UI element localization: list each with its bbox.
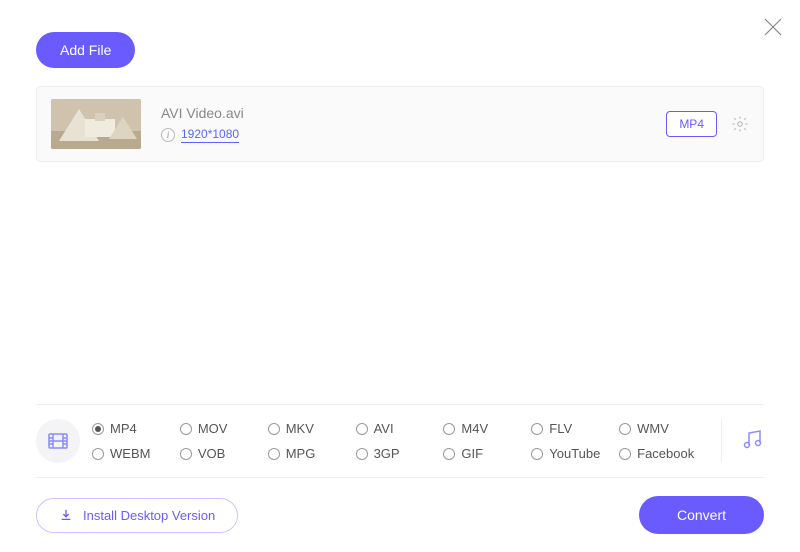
format-option-m4v[interactable]: M4V — [443, 421, 527, 436]
add-file-button[interactable]: Add File — [36, 32, 135, 68]
radio-icon — [180, 448, 192, 460]
close-icon[interactable] — [764, 18, 782, 36]
audio-icon[interactable] — [740, 427, 764, 456]
radio-icon — [443, 423, 455, 435]
app-window: Add File AVI Video.avi i 1920*1080 MP4 — [0, 0, 800, 552]
format-option-label: MOV — [198, 421, 228, 436]
output-format-chip[interactable]: MP4 — [666, 111, 717, 137]
gear-icon[interactable] — [731, 115, 749, 133]
format-option-label: M4V — [461, 421, 488, 436]
format-option-label: WMV — [637, 421, 669, 436]
download-icon — [59, 508, 73, 522]
format-option-flv[interactable]: FLV — [531, 421, 615, 436]
format-option-3gp[interactable]: 3GP — [356, 446, 440, 461]
footer: Install Desktop Version Convert — [36, 496, 764, 534]
formats-panel: MP4 MOV MKV AVI M4V FLV WMV WEBM VOB MPG 3GP GIF You… — [36, 404, 764, 478]
file-meta: AVI Video.avi i 1920*1080 — [161, 105, 666, 143]
file-item: AVI Video.avi i 1920*1080 MP4 — [36, 86, 764, 162]
file-resolution-line: i 1920*1080 — [161, 127, 666, 143]
format-option-mpg[interactable]: MPG — [268, 446, 352, 461]
format-option-label: MP4 — [110, 421, 137, 436]
radio-icon — [531, 423, 543, 435]
format-option-label: AVI — [374, 421, 394, 436]
format-option-label: Facebook — [637, 446, 694, 461]
format-options-grid: MP4 MOV MKV AVI M4V FLV WMV WEBM VOB MPG 3GP GIF You… — [92, 421, 703, 461]
format-option-mov[interactable]: MOV — [180, 421, 264, 436]
install-desktop-button[interactable]: Install Desktop Version — [36, 498, 238, 533]
format-option-label: WEBM — [110, 446, 150, 461]
radio-icon — [92, 423, 104, 435]
radio-icon — [531, 448, 543, 460]
format-option-label: MKV — [286, 421, 314, 436]
format-option-webm[interactable]: WEBM — [92, 446, 176, 461]
format-option-vob[interactable]: VOB — [180, 446, 264, 461]
format-option-mp4[interactable]: MP4 — [92, 421, 176, 436]
video-icon[interactable] — [36, 419, 80, 463]
format-option-label: YouTube — [549, 446, 600, 461]
format-option-facebook[interactable]: Facebook — [619, 446, 703, 461]
format-option-label: VOB — [198, 446, 225, 461]
format-option-label: FLV — [549, 421, 572, 436]
radio-icon — [180, 423, 192, 435]
file-resolution[interactable]: 1920*1080 — [181, 127, 239, 143]
header: Add File — [36, 0, 764, 86]
format-option-mkv[interactable]: MKV — [268, 421, 352, 436]
format-option-gif[interactable]: GIF — [443, 446, 527, 461]
radio-icon — [268, 423, 280, 435]
install-desktop-label: Install Desktop Version — [83, 508, 215, 523]
radio-icon — [443, 448, 455, 460]
format-option-wmv[interactable]: WMV — [619, 421, 703, 436]
convert-button[interactable]: Convert — [639, 496, 764, 534]
radio-icon — [92, 448, 104, 460]
radio-icon — [356, 423, 368, 435]
radio-icon — [619, 423, 631, 435]
radio-icon — [268, 448, 280, 460]
file-name: AVI Video.avi — [161, 105, 666, 121]
radio-icon — [619, 448, 631, 460]
format-option-label: MPG — [286, 446, 316, 461]
format-option-label: GIF — [461, 446, 483, 461]
file-thumbnail — [51, 99, 141, 149]
format-option-label: 3GP — [374, 446, 400, 461]
vertical-divider — [721, 419, 722, 463]
format-option-youtube[interactable]: YouTube — [531, 446, 615, 461]
info-icon: i — [161, 128, 175, 142]
radio-icon — [356, 448, 368, 460]
format-option-avi[interactable]: AVI — [356, 421, 440, 436]
